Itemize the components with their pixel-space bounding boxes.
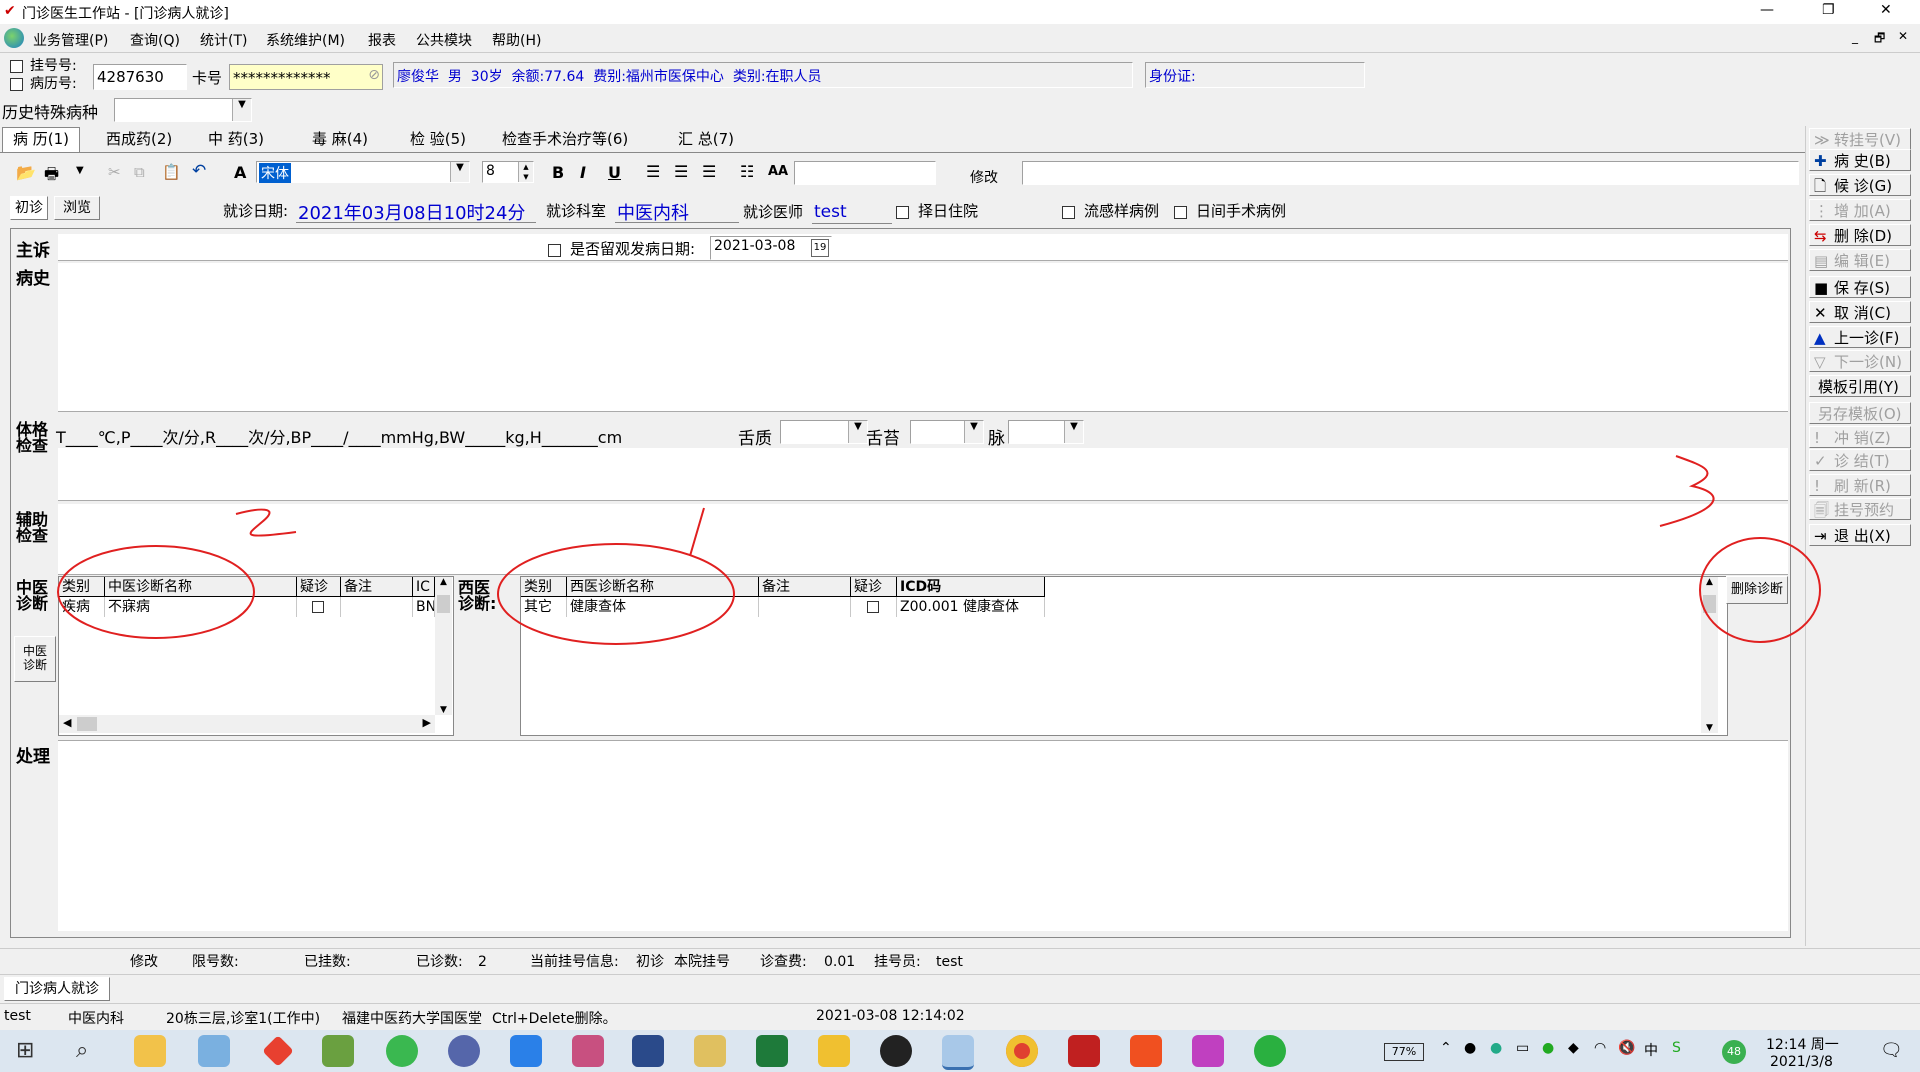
window-tab-visit[interactable]: 门诊病人就诊 (4, 977, 110, 1001)
tray-360-icon[interactable]: ● (1542, 1040, 1554, 1056)
media-app-icon[interactable] (1130, 1035, 1162, 1067)
battery-indicator[interactable]: 77% (1384, 1043, 1424, 1061)
status-hint: Ctrl+Delete删除。 (492, 1011, 617, 1027)
active-his-app-icon[interactable] (942, 1035, 974, 1070)
tray-usb-icon[interactable]: ▭ (1516, 1040, 1529, 1056)
red-annotations (57, 455, 1821, 645)
volume-icon[interactable]: 🔇 (1618, 1040, 1635, 1056)
fee-label: 诊查费: (760, 954, 807, 970)
current-reg-value-2: 本院挂号 (674, 954, 730, 970)
action-center-icon[interactable]: 🗨 (1880, 1040, 1903, 1061)
search-icon[interactable]: ⌕ (76, 1038, 88, 1063)
file-explorer-icon[interactable] (134, 1035, 166, 1067)
status-modify: 修改 (130, 954, 158, 970)
status-datetime: 2021-03-08 12:14:02 (816, 1008, 965, 1024)
tray-s-icon[interactable]: S (1672, 1040, 1681, 1056)
monitor-icon[interactable] (632, 1035, 664, 1067)
database-icon[interactable] (572, 1035, 604, 1067)
notepad-icon[interactable] (322, 1035, 354, 1067)
folder-app-icon[interactable] (818, 1035, 850, 1067)
annotation-stroke-1 (689, 507, 705, 557)
tray-chevron-icon[interactable]: ⌃ (1440, 1040, 1452, 1056)
chrome-icon[interactable] (1006, 1035, 1038, 1067)
registrar-label: 挂号员: (874, 954, 921, 970)
red-app-icon[interactable] (1068, 1035, 1100, 1067)
tray-shield-icon[interactable]: ◆ (1568, 1040, 1579, 1056)
fee-value: 0.01 (824, 954, 856, 970)
current-reg-label: 当前挂号信息: (530, 954, 619, 970)
clock-time[interactable]: 12:14 周一 (1766, 1034, 1839, 1054)
annotation-circle-2 (497, 543, 735, 645)
status-room: 20栋三层,诊室1(工作中) (166, 1011, 321, 1027)
qq-icon[interactable] (880, 1035, 912, 1067)
annotation-circle-1 (57, 545, 255, 639)
window-tab-bar (0, 974, 1920, 1003)
notepad-plus-icon[interactable] (694, 1035, 726, 1067)
registered-label: 已挂数: (304, 954, 351, 970)
network-icon[interactable] (448, 1035, 480, 1067)
registrar-value: test (936, 954, 963, 970)
annotation-number-3 (1659, 455, 1715, 527)
blue-app-icon[interactable] (510, 1035, 542, 1067)
tray-app-icon[interactable]: ● (1464, 1040, 1476, 1056)
ime-icon[interactable]: 中 (1644, 1040, 1658, 1060)
purple-app-icon[interactable] (1192, 1035, 1224, 1067)
clock-date[interactable]: 2021/3/8 (1770, 1054, 1833, 1070)
remote-desktop-icon[interactable] (198, 1035, 230, 1067)
wechat-icon[interactable] (1254, 1035, 1286, 1067)
seen-label: 已诊数: (416, 954, 463, 970)
status-hospital: 福建中医药大学国医堂 (342, 1011, 482, 1027)
wifi-icon[interactable]: ◠ (1594, 1040, 1606, 1056)
tray-badge-icon[interactable]: 48 (1722, 1040, 1746, 1064)
seen-value: 2 (478, 954, 487, 970)
windows-start-icon[interactable]: ⊞ (16, 1038, 34, 1063)
status-user: test (4, 1008, 31, 1024)
limit-label: 限号数: (192, 954, 239, 970)
annotation-circle-3 (1699, 537, 1821, 643)
browser-e-icon[interactable] (386, 1035, 418, 1067)
annotation-number-2 (235, 508, 297, 537)
excel-icon[interactable] (756, 1035, 788, 1067)
tray-wechat-icon[interactable]: ● (1490, 1040, 1502, 1056)
current-reg-value-1: 初诊 (636, 954, 664, 970)
status-dept: 中医内科 (68, 1011, 124, 1027)
